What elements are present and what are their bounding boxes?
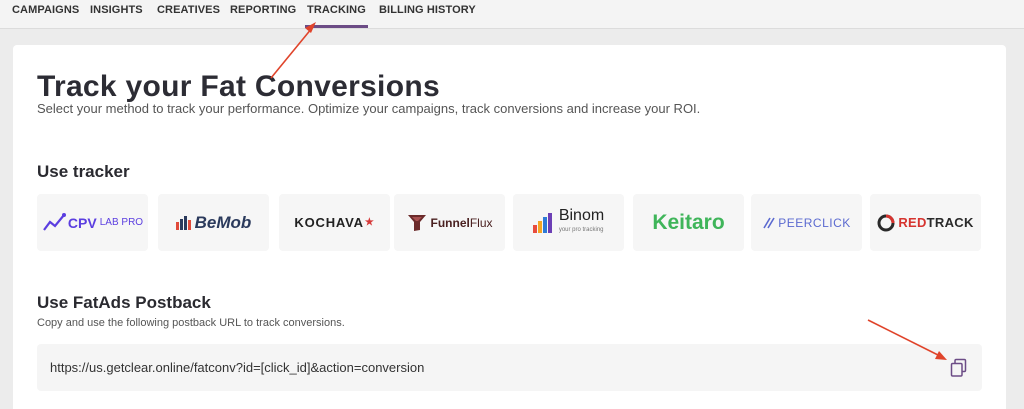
tracker-tile-binom[interactable]: Binom your pro tracking	[513, 194, 624, 251]
bemob-logo: BeMob	[175, 212, 252, 233]
tracker-tile-redtrack[interactable]: RED TRACK	[870, 194, 981, 251]
tab-billing-history[interactable]: BILLING HISTORY	[379, 4, 476, 16]
funnelflux-name: Funnel	[430, 215, 470, 230]
funnel-icon	[407, 214, 426, 231]
postback-section-heading: Use FatAds Postback	[37, 293, 211, 312]
tracker-tile-keitaro[interactable]: Keitaro	[633, 194, 744, 251]
tab-tracking[interactable]: TRACKING	[305, 4, 368, 28]
binom-logo: Binom your pro tracking	[532, 206, 605, 238]
tab-campaigns[interactable]: CAMPAIGNS	[12, 4, 79, 16]
cpv-chart-icon	[43, 212, 66, 231]
keitaro-logo: Keitaro	[652, 211, 724, 235]
redtrack-name: TRACK	[926, 215, 974, 230]
peerclick-logo: PEERCLICK	[762, 216, 851, 230]
tab-reporting[interactable]: REPORTING	[230, 4, 296, 16]
binom-name: Binom	[558, 206, 605, 224]
postback-instructions: Copy and use the following postback URL …	[37, 317, 345, 329]
bemob-bars-icon	[175, 215, 191, 230]
top-navigation: CAMPAIGNS INSIGHTS CREATIVES REPORTING T…	[0, 0, 1024, 29]
redtrack-name-red: RED	[898, 215, 927, 230]
kochava-star-icon: ★	[364, 217, 375, 228]
tab-creatives[interactable]: CREATIVES	[157, 4, 220, 16]
page-title: Track your Fat Conversions	[37, 70, 440, 103]
postback-url[interactable]: https://us.getclear.online/fatconv?id=[c…	[50, 360, 424, 375]
binom-tagline: your pro tracking	[558, 226, 604, 233]
kochava-logo: KOCHAVA ★	[294, 215, 374, 230]
bemob-name: BeMob	[194, 212, 252, 232]
keitaro-name: Keitaro	[652, 210, 725, 234]
funnelflux-sub: Flux	[469, 215, 493, 230]
cpv-lab-pro-sub: LAB PRO	[99, 217, 144, 228]
peerclick-name: PEERCLICK	[778, 215, 851, 230]
copy-icon	[950, 358, 967, 377]
cpv-lab-pro-logo: CPV LAB PRO	[42, 212, 143, 234]
tracker-tile-kochava[interactable]: KOCHAVA ★	[279, 194, 390, 251]
kochava-name: KOCHAVA	[294, 215, 364, 230]
tracker-section-heading: Use tracker	[37, 162, 130, 181]
page-subtitle: Select your method to track your perform…	[37, 101, 701, 116]
redtrack-ring-icon	[877, 214, 895, 231]
tab-insights[interactable]: INSIGHTS	[90, 4, 143, 16]
redtrack-logo: RED TRACK	[877, 214, 973, 232]
binom-text: Binom your pro tracking	[558, 206, 605, 238]
cpv-lab-pro-name: CPV	[67, 214, 97, 231]
tracker-tile-funnelflux[interactable]: Funnel Flux	[394, 194, 505, 251]
peerclick-slash-icon	[763, 217, 775, 228]
postback-url-box: https://us.getclear.online/fatconv?id=[c…	[37, 344, 982, 391]
tracker-tile-cpv-lab-pro[interactable]: CPV LAB PRO	[37, 194, 148, 251]
tracker-tile-bemob[interactable]: BeMob	[158, 194, 269, 251]
binom-bars-icon	[532, 212, 552, 233]
cut-off-content	[37, 402, 297, 409]
copy-button[interactable]	[950, 358, 968, 378]
tracker-tile-peerclick[interactable]: PEERCLICK	[751, 194, 862, 251]
funnelflux-logo: Funnel Flux	[407, 214, 493, 232]
